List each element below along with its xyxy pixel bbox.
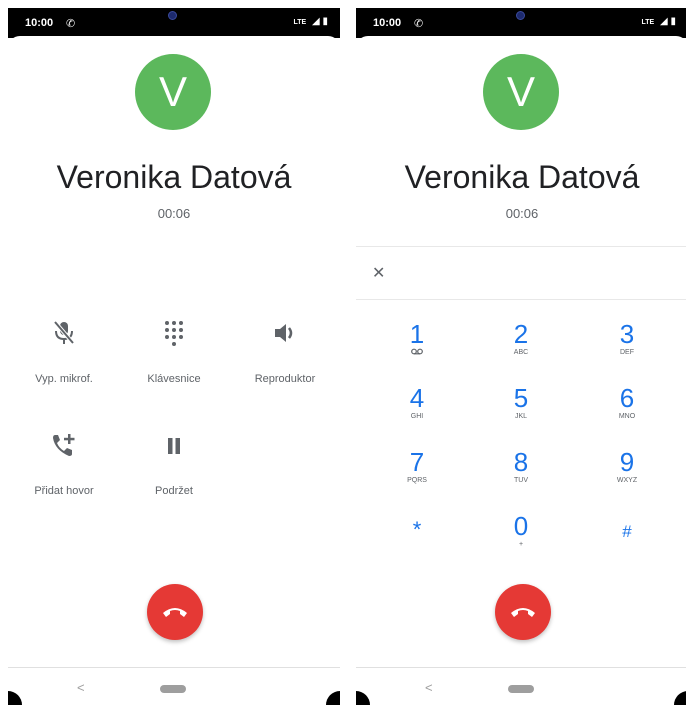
call-timer: 00:06 — [157, 206, 191, 221]
contact-avatar: V — [135, 54, 211, 130]
status-time: 10:00 — [25, 17, 54, 29]
front-camera — [168, 11, 177, 20]
dialpad-key-8[interactable]: 8 TUV — [476, 448, 566, 500]
dialpad-key-6[interactable]: 6 MNO — [582, 384, 672, 436]
contact-name: Veronika Datová — [56, 159, 292, 195]
call-status-icon: ✆ — [414, 18, 424, 30]
status-time: 10:00 — [373, 17, 402, 29]
dialpad-key-2[interactable]: 2 ABC — [476, 320, 566, 372]
mute-label: Vyp. mikrof. — [35, 373, 93, 385]
nav-back-button[interactable]: < — [77, 680, 85, 695]
front-camera — [516, 11, 525, 20]
pause-icon[interactable] — [154, 436, 194, 468]
battery-icon: ▮ — [322, 16, 328, 27]
speaker-label: Reproduktor — [254, 373, 316, 385]
nav-home-button[interactable] — [160, 685, 186, 693]
call-timer: 00:06 — [505, 206, 539, 221]
end-call-button[interactable] — [495, 584, 551, 640]
dialpad-key-star[interactable]: * — [372, 516, 462, 568]
signal-icon: ◢ — [312, 16, 320, 27]
dialpad-key-7[interactable]: 7 PQRS — [372, 448, 462, 500]
volume-icon[interactable] — [265, 322, 305, 354]
call-status-icon: ✆ — [66, 18, 76, 30]
dialpad-key-hash[interactable]: # — [582, 518, 672, 570]
add-call-label: Přidat hovor — [34, 485, 94, 497]
mic-off-icon[interactable] — [44, 320, 84, 352]
status-bar: 10:00 ✆ LTE ◢ ▮ — [8, 8, 340, 38]
hold-label: Podržet — [155, 485, 193, 497]
in-call-screen: 10:00 ✆ LTE ◢ ▮ V Veronika Datová 00:06 … — [8, 8, 340, 705]
end-call-button[interactable] — [147, 584, 203, 640]
network-type: LTE — [293, 19, 307, 26]
close-icon[interactable]: ✕ — [372, 263, 385, 283]
dialpad-key-3[interactable]: 3 DEF — [582, 320, 672, 372]
call-end-icon — [163, 608, 187, 617]
status-bar: 10:00 ✆ LTE ◢ ▮ — [356, 8, 686, 38]
nav-home-button[interactable] — [508, 685, 534, 693]
call-end-icon — [511, 608, 535, 617]
dialpad-key-9[interactable]: 9 WXYZ — [582, 448, 672, 500]
keypad-label: Klávesnice — [147, 373, 201, 385]
signal-icon: ◢ — [660, 16, 668, 27]
dialpad-key-4[interactable]: 4 GHI — [372, 384, 462, 436]
contact-avatar: V — [483, 54, 559, 130]
add-call-icon[interactable] — [44, 432, 84, 464]
network-type: LTE — [641, 19, 655, 26]
voicemail-icon — [372, 348, 462, 358]
dialpad-key-5[interactable]: 5 JKL — [476, 384, 566, 436]
battery-icon: ▮ — [670, 16, 676, 27]
dialpad-icon[interactable] — [154, 320, 194, 352]
nav-back-button[interactable]: < — [425, 680, 433, 695]
contact-name: Veronika Datová — [404, 159, 640, 195]
in-call-dialpad-screen: 10:00 ✆ LTE ◢ ▮ V Veronika Datová 00:06 … — [356, 8, 686, 705]
dialpad-key-0[interactable]: 0 + — [476, 512, 566, 564]
dialpad-key-1[interactable]: 1 — [372, 320, 462, 372]
